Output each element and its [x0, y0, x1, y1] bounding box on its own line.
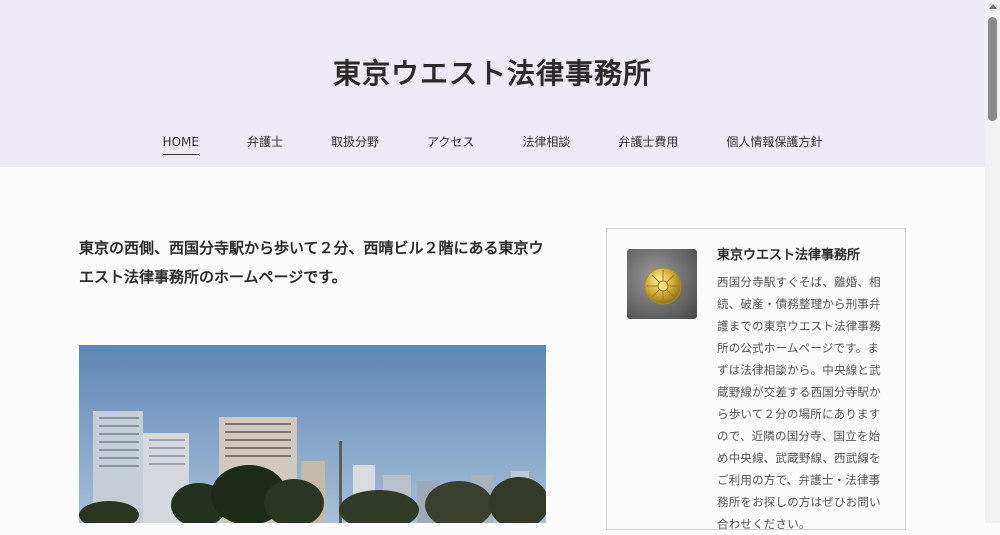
sidebar-description: 西国分寺駅すぐそば、離婚、相続、破産・債務整理から刑事弁護までの東京ウエスト法律…	[717, 275, 881, 531]
site-title[interactable]: 東京ウエスト法律事務所	[0, 52, 985, 92]
office-area-photo	[79, 345, 546, 523]
nav-item-home[interactable]: HOME	[162, 134, 199, 155]
main-nav: HOME 弁護士 取扱分野 アクセス 法律相談 弁護士費用 個人情報保護方針	[0, 134, 985, 155]
intro-text: 東京の西側、西国分寺駅から歩いて２分、西晴ビル２階にある東京ウエスト法律事務所の…	[79, 239, 544, 286]
scrollbar-thumb[interactable]	[988, 17, 997, 121]
nav-item-lawyers[interactable]: 弁護士	[247, 134, 283, 155]
nav-item-access[interactable]: アクセス	[427, 134, 474, 155]
sidebar-title: 東京ウエスト法律事務所	[717, 248, 861, 263]
sidebar-profile-widget: 東京ウエスト法律事務所 西国分寺駅すぐそば、離婚、相続、破産・債務整理から刑事弁…	[606, 228, 906, 531]
nav-item-consultation[interactable]: 法律相談	[522, 134, 570, 155]
nav-item-practice-areas[interactable]: 取扱分野	[331, 134, 379, 155]
nav-item-fees[interactable]: 弁護士費用	[618, 134, 678, 155]
site-header: 東京ウエスト法律事務所 HOME 弁護士 取扱分野 アクセス 法律相談 弁護士費…	[0, 0, 985, 167]
scroll-up-arrow-icon[interactable]	[989, 4, 997, 9]
vertical-scrollbar[interactable]	[985, 0, 1000, 523]
lawyer-badge-image	[627, 249, 697, 319]
nav-item-privacy-policy[interactable]: 個人情報保護方針	[726, 134, 822, 155]
